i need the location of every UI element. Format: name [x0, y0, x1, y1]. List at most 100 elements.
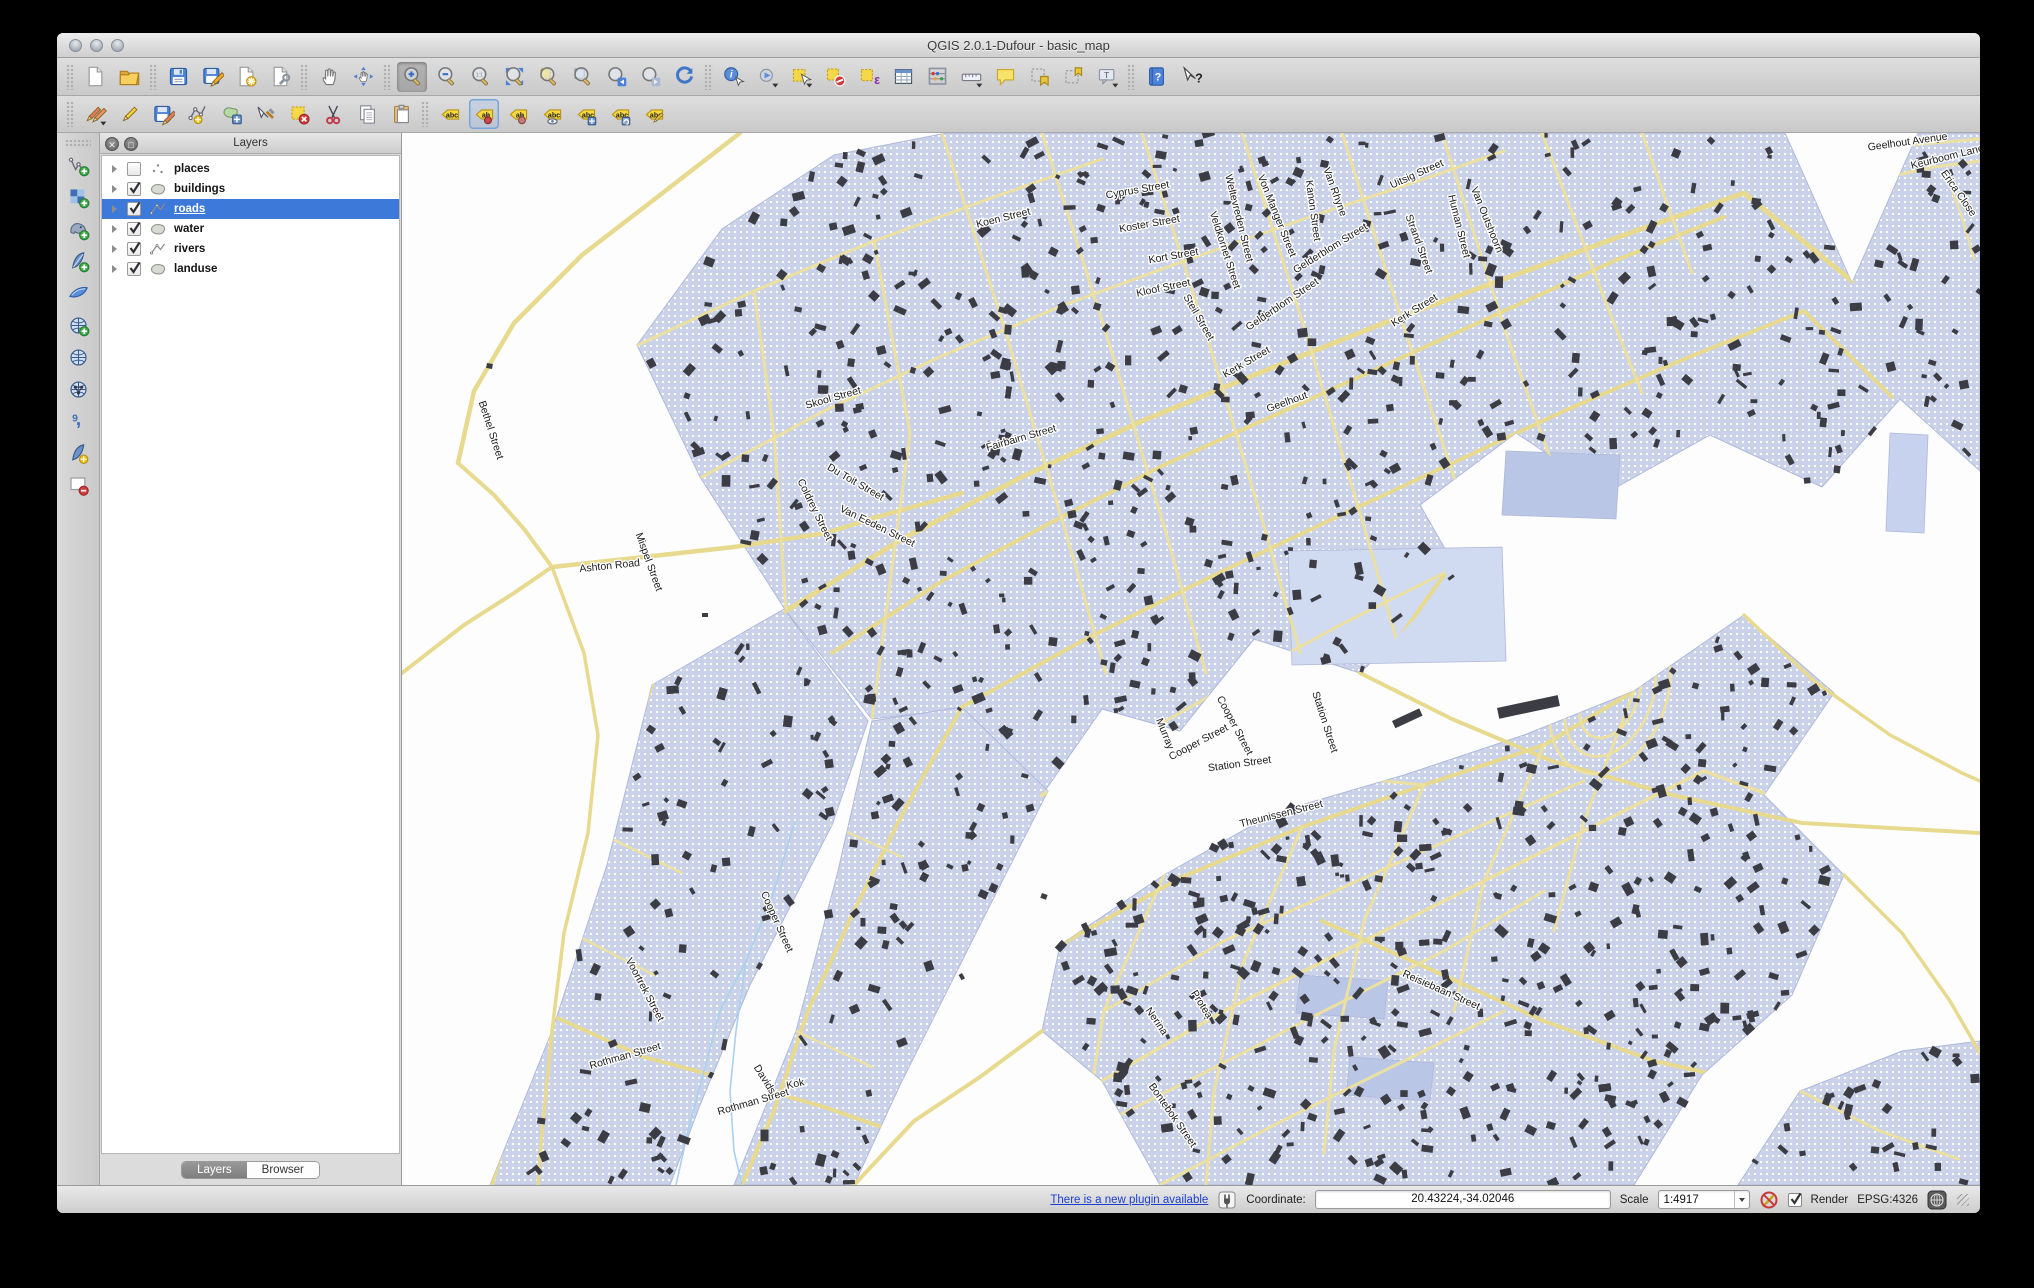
- show-bookmarks-button[interactable]: [1058, 62, 1088, 92]
- new-bookmark-button[interactable]: [1024, 62, 1054, 92]
- map-canvas[interactable]: Bethel StreetAshton RoadColdrey StreetDu…: [402, 133, 1980, 1185]
- select-by-expression-button[interactable]: ε: [854, 62, 884, 92]
- show-hide-labels-button[interactable]: abc: [537, 99, 567, 129]
- zoom-to-layer-button[interactable]: [567, 62, 597, 92]
- layer-row-landuse[interactable]: landuse: [102, 259, 399, 279]
- add-vector-layer-button[interactable]: [63, 150, 93, 180]
- add-wfs-layer-button[interactable]: [63, 374, 93, 404]
- map-tips-button[interactable]: [990, 62, 1020, 92]
- current-edits-button[interactable]: [80, 99, 110, 129]
- move-feature-button[interactable]: [216, 99, 246, 129]
- toolbar-drag-handle[interactable]: [66, 64, 75, 90]
- layer-row-water[interactable]: water: [102, 219, 399, 239]
- resize-grip[interactable]: [1956, 1193, 1970, 1207]
- toolbar-drag-handle[interactable]: [1127, 64, 1136, 90]
- zoom-last-button[interactable]: [601, 62, 631, 92]
- render-checkbox[interactable]: [1788, 1193, 1802, 1207]
- expand-triangle-icon[interactable]: [112, 225, 117, 233]
- toggle-editing-button[interactable]: [114, 99, 144, 129]
- rotate-label-button[interactable]: abc: [605, 99, 635, 129]
- whats-this-button[interactable]: ?: [1175, 62, 1205, 92]
- expand-triangle-icon[interactable]: [112, 205, 117, 213]
- add-postgis-layer-button[interactable]: [63, 214, 93, 244]
- toolbar-drag-handle[interactable]: [149, 64, 158, 90]
- add-delimited-text-layer-button[interactable]: ,9: [63, 406, 93, 436]
- change-label-button[interactable]: abc: [639, 99, 669, 129]
- add-feature-button[interactable]: [182, 99, 212, 129]
- expand-triangle-icon[interactable]: [112, 265, 117, 273]
- coordinate-input[interactable]: 20.43224,-34.02046: [1315, 1190, 1611, 1209]
- zoom-in-button[interactable]: [397, 62, 427, 92]
- panel-close-icon[interactable]: ✕: [105, 137, 119, 151]
- cut-features-button[interactable]: [318, 99, 348, 129]
- field-calculator-button[interactable]: [922, 62, 952, 92]
- node-tool-button[interactable]: [250, 99, 280, 129]
- toolbar-drag-handle[interactable]: [300, 64, 309, 90]
- zoom-next-button[interactable]: [635, 62, 665, 92]
- add-wms-layer-button[interactable]: [63, 310, 93, 340]
- remove-layer-button[interactable]: [63, 470, 93, 500]
- panel-tab-browser[interactable]: Browser: [247, 1162, 319, 1178]
- zoom-to-selection-button[interactable]: [533, 62, 563, 92]
- panel-tab-layers[interactable]: Layers: [182, 1162, 247, 1178]
- deselect-features-button[interactable]: [820, 62, 850, 92]
- delete-selected-button[interactable]: [284, 99, 314, 129]
- add-raster-layer-button[interactable]: [63, 182, 93, 212]
- panel-float-icon[interactable]: □: [124, 137, 138, 151]
- toolbar-drag-handle[interactable]: [704, 64, 713, 90]
- help-contents-button[interactable]: ?: [1141, 62, 1171, 92]
- title-bar[interactable]: QGIS 2.0.1-Dufour - basic_map: [57, 33, 1980, 58]
- measure-button[interactable]: [956, 62, 986, 92]
- pin-unpin-labels-button[interactable]: ab: [469, 99, 499, 129]
- toolbar-drag-handle[interactable]: [66, 101, 75, 127]
- toolbar-drag-handle[interactable]: [421, 101, 430, 127]
- zoom-window-button[interactable]: [111, 39, 124, 52]
- layer-visibility-checkbox[interactable]: [127, 162, 141, 176]
- expand-triangle-icon[interactable]: [112, 185, 117, 193]
- new-project-button[interactable]: [80, 62, 110, 92]
- layer-visibility-checkbox[interactable]: [127, 202, 141, 216]
- copy-features-button[interactable]: [352, 99, 382, 129]
- zoom-out-button[interactable]: [431, 62, 461, 92]
- plugin-available-link[interactable]: There is a new plugin available: [1050, 1194, 1208, 1206]
- composer-manager-button[interactable]: [265, 62, 295, 92]
- save-project-as-button[interactable]: [197, 62, 227, 92]
- layer-row-rivers[interactable]: rivers: [102, 239, 399, 259]
- add-mssql-layer-button[interactable]: [63, 278, 93, 308]
- move-label-button[interactable]: abc: [571, 99, 601, 129]
- stop-render-icon[interactable]: [1759, 1190, 1779, 1210]
- new-spatialite-layer-button[interactable]: [63, 438, 93, 468]
- layer-row-buildings[interactable]: buildings: [102, 179, 399, 199]
- layer-visibility-checkbox[interactable]: [127, 262, 141, 276]
- layer-visibility-checkbox[interactable]: [127, 182, 141, 196]
- paste-features-button[interactable]: [386, 99, 416, 129]
- layer-visibility-checkbox[interactable]: [127, 222, 141, 236]
- layer-labeling-options-button[interactable]: abc: [435, 99, 465, 129]
- layer-visibility-checkbox[interactable]: [127, 242, 141, 256]
- toolbar-drag-handle[interactable]: [383, 64, 392, 90]
- pan-map-button[interactable]: [314, 62, 344, 92]
- add-wcs-layer-button[interactable]: [63, 342, 93, 372]
- close-window-button[interactable]: [69, 39, 82, 52]
- new-print-composer-button[interactable]: [231, 62, 261, 92]
- run-feature-action-button[interactable]: [752, 62, 782, 92]
- identify-features-button[interactable]: i: [718, 62, 748, 92]
- zoom-full-button[interactable]: [499, 62, 529, 92]
- scale-dropdown-icon[interactable]: [1734, 1191, 1749, 1208]
- refresh-map-button[interactable]: [669, 62, 699, 92]
- open-attribute-table-button[interactable]: [888, 62, 918, 92]
- expand-triangle-icon[interactable]: [112, 245, 117, 253]
- save-layer-edits-button[interactable]: [148, 99, 178, 129]
- toolbar-drag-handle[interactable]: [65, 139, 91, 147]
- open-project-button[interactable]: [114, 62, 144, 92]
- crs-globe-button[interactable]: [1927, 1190, 1947, 1210]
- zoom-native-button[interactable]: 1:1: [465, 62, 495, 92]
- add-spatialite-layer-button[interactable]: [63, 246, 93, 276]
- save-project-button[interactable]: [163, 62, 193, 92]
- layer-row-places[interactable]: places: [102, 159, 399, 179]
- minimize-window-button[interactable]: [90, 39, 103, 52]
- layer-row-roads[interactable]: roads: [102, 199, 399, 219]
- plugin-icon[interactable]: [1217, 1190, 1237, 1210]
- highlight-pinned-labels-button[interactable]: ab: [503, 99, 533, 129]
- scale-combobox[interactable]: 1:4917: [1658, 1190, 1750, 1209]
